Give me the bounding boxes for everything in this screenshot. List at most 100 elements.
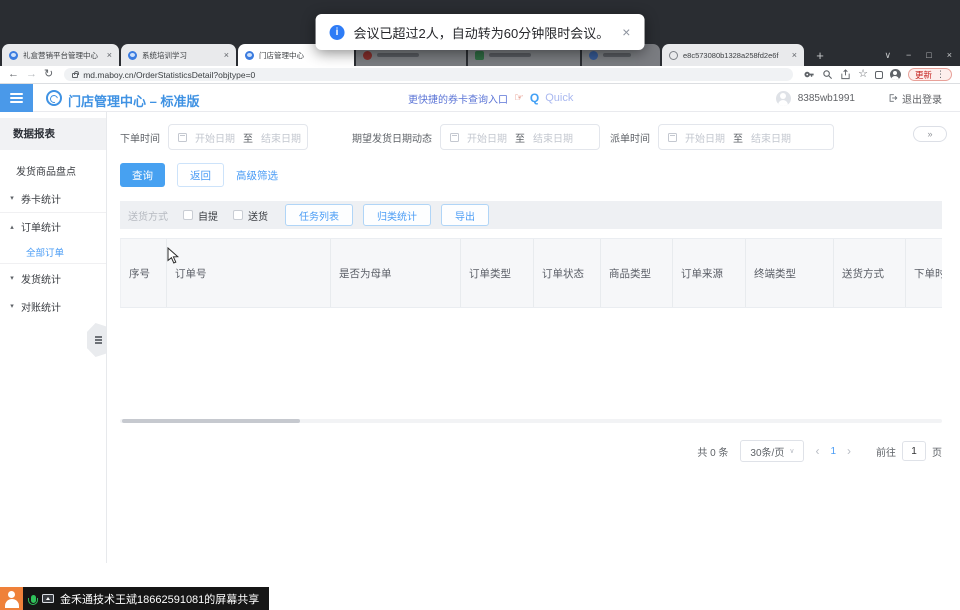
next-page-button[interactable]: › (847, 444, 851, 458)
sidebar-item-label: 发货商品盘点 (16, 163, 76, 178)
obscured-tab-title (489, 53, 531, 57)
prev-page-button[interactable]: ‹ (815, 444, 819, 458)
current-page[interactable]: 1 (830, 446, 836, 457)
query-button[interactable]: 查询 (120, 163, 165, 187)
chrome-update-button[interactable]: 更新 ⋮ (908, 68, 952, 81)
expand-filters-button[interactable]: » (913, 126, 947, 142)
column-header-delivery-method: 送货方式 (834, 239, 906, 307)
action-row: 查询 返回 高级筛选 (120, 163, 942, 187)
expected-ship-date-range-input[interactable]: 开始日期 至 结束日期 (440, 124, 600, 150)
card-query-entry-link[interactable]: 更快捷的券卡查询入口 (408, 91, 508, 106)
scrollbar-thumb[interactable] (122, 419, 300, 423)
toast-close-icon[interactable]: × (622, 24, 630, 40)
browser-tab-hash[interactable]: e8c573080b1328a258fd2e6f × (662, 44, 804, 66)
screen-share-icon (42, 594, 54, 603)
sidebar-item-label: 订单统计 (21, 219, 61, 234)
chevron-down-icon: ▾ (8, 274, 16, 282)
sidebar-item-delivery-stats[interactable]: ▾ 发货统计 (0, 264, 106, 292)
globe-favicon (669, 51, 678, 60)
end-date-placeholder: 结束日期 (533, 130, 573, 145)
sidebar-toggle-button[interactable] (0, 84, 33, 112)
minimize-button[interactable]: − (906, 50, 911, 60)
password-key-icon[interactable] (804, 69, 815, 80)
column-header-order-type: 订单类型 (461, 239, 534, 307)
close-window-button[interactable]: × (947, 50, 952, 60)
zoom-icon[interactable] (822, 69, 833, 80)
app-title: 门店管理中心 – 标准版 (68, 91, 199, 110)
screen-share-bar: 金禾通技术王斌18662591081的屏幕共享 (0, 587, 269, 610)
page-size-value: 30条/页 (750, 444, 784, 459)
quick-search-icon[interactable]: Q (530, 91, 539, 105)
side-panel-icon[interactable] (875, 71, 883, 79)
tab-title: 系统培训学习 (142, 50, 219, 61)
browser-tab-training[interactable]: 系统培训学习 × (121, 44, 236, 66)
table-header-row: 序号 订单号 是否为母单 订单类型 订单状态 商品类型 订单来源 终端类型 送货… (120, 238, 942, 308)
sidebar-item-order-stats[interactable]: ▴ 订单统计 (0, 212, 106, 240)
tab-search-icon[interactable]: ∨ (884, 50, 891, 61)
tab-close-icon[interactable]: × (224, 51, 229, 60)
self-pickup-checkbox[interactable] (183, 210, 193, 220)
logout-label: 退出登录 (902, 91, 942, 106)
back-icon[interactable]: ← (8, 69, 19, 80)
filter-label: 下单时间 (120, 130, 160, 145)
share-icon[interactable] (840, 69, 851, 80)
checkbox-label[interactable]: 送货 (248, 208, 268, 223)
reload-icon[interactable]: ↻ (44, 69, 53, 80)
tab-title: 礼盒营销平台管理中心 (23, 50, 102, 61)
menu-kebab-icon[interactable]: ⋮ (936, 69, 945, 80)
logout-button[interactable]: 退出登录 (888, 91, 942, 106)
calendar-icon (450, 133, 459, 142)
microphone-icon (31, 595, 36, 603)
lock-icon (72, 73, 78, 78)
site-favicon (9, 51, 18, 60)
page-size-select[interactable]: 30条/页 ∨ (740, 440, 804, 462)
advanced-filter-link[interactable]: 高级筛选 (236, 168, 278, 183)
sidebar-collapse-handle[interactable] (87, 323, 106, 357)
tab-close-icon[interactable]: × (792, 51, 797, 60)
chevron-up-icon: ▴ (8, 223, 16, 231)
sidebar-item-shipping-inventory[interactable]: 发货商品盘点 (0, 156, 106, 184)
goto-page-input[interactable] (902, 441, 926, 461)
sidebar-item-reconciliation-stats[interactable]: ▾ 对账统计 (0, 292, 106, 320)
column-header-parent-order: 是否为母单 (331, 239, 461, 307)
chevron-down-icon: ∨ (789, 447, 794, 455)
mouse-cursor (167, 247, 179, 268)
checkbox-label[interactable]: 自提 (198, 208, 218, 223)
chevron-down-icon: ▾ (8, 302, 16, 310)
orders-table: 序号 订单号 是否为母单 订单类型 订单状态 商品类型 订单来源 终端类型 送货… (120, 238, 942, 423)
tab-close-icon[interactable]: × (107, 51, 112, 60)
site-favicon (363, 51, 372, 60)
export-button[interactable]: 导出 (441, 204, 489, 226)
browser-tab-gift-platform[interactable]: 礼盒营销平台管理中心 × (2, 44, 119, 66)
delivery-checkbox[interactable] (233, 210, 243, 220)
column-header-order-status: 订单状态 (534, 239, 601, 307)
back-button[interactable]: 返回 (177, 163, 224, 187)
horizontal-scrollbar[interactable] (120, 419, 942, 423)
sidebar-item-label: 券卡统计 (21, 191, 61, 206)
delivery-method-label: 送货方式 (128, 208, 168, 223)
maximize-button[interactable]: □ (926, 50, 931, 60)
pointing-finger-icon: ☞ (514, 93, 524, 104)
site-favicon (589, 51, 598, 60)
workspace: 数据报表 发货商品盘点 ▾ 券卡统计 ▴ 订单统计 全部订单 ▾ 发货统计 ▾ … (0, 112, 960, 563)
user-area: 8385wb1991 退出登录 (776, 84, 942, 112)
tab-title: e8c573080b1328a258fd2e6f (683, 51, 787, 60)
sidebar-item-label: 发货统计 (21, 271, 61, 286)
order-time-range-input[interactable]: 开始日期 至 结束日期 (168, 124, 308, 150)
quick-label[interactable]: Quick (545, 92, 573, 104)
bookmark-star-icon[interactable]: ☆ (858, 69, 868, 80)
site-favicon (128, 51, 137, 60)
sidebar-item-coupon-stats[interactable]: ▾ 券卡统计 (0, 184, 106, 212)
logout-icon (888, 93, 898, 103)
forward-icon: → (26, 69, 37, 80)
start-date-placeholder: 开始日期 (195, 130, 235, 145)
category-stats-button[interactable]: 归类统计 (363, 204, 431, 226)
profile-avatar-icon[interactable] (890, 69, 901, 80)
address-bar[interactable]: md.maboy.cn/OrderStatisticsDetail?objtyp… (64, 68, 793, 81)
task-list-button[interactable]: 任务列表 (285, 204, 353, 226)
new-tab-button[interactable]: + (812, 47, 828, 63)
goto-label: 前往 (876, 444, 896, 459)
sidebar-item-all-orders-active[interactable]: 全部订单 (0, 240, 106, 264)
dispatch-time-range-input[interactable]: 开始日期 至 结束日期 (658, 124, 834, 150)
sharer-avatar-icon (0, 587, 23, 610)
